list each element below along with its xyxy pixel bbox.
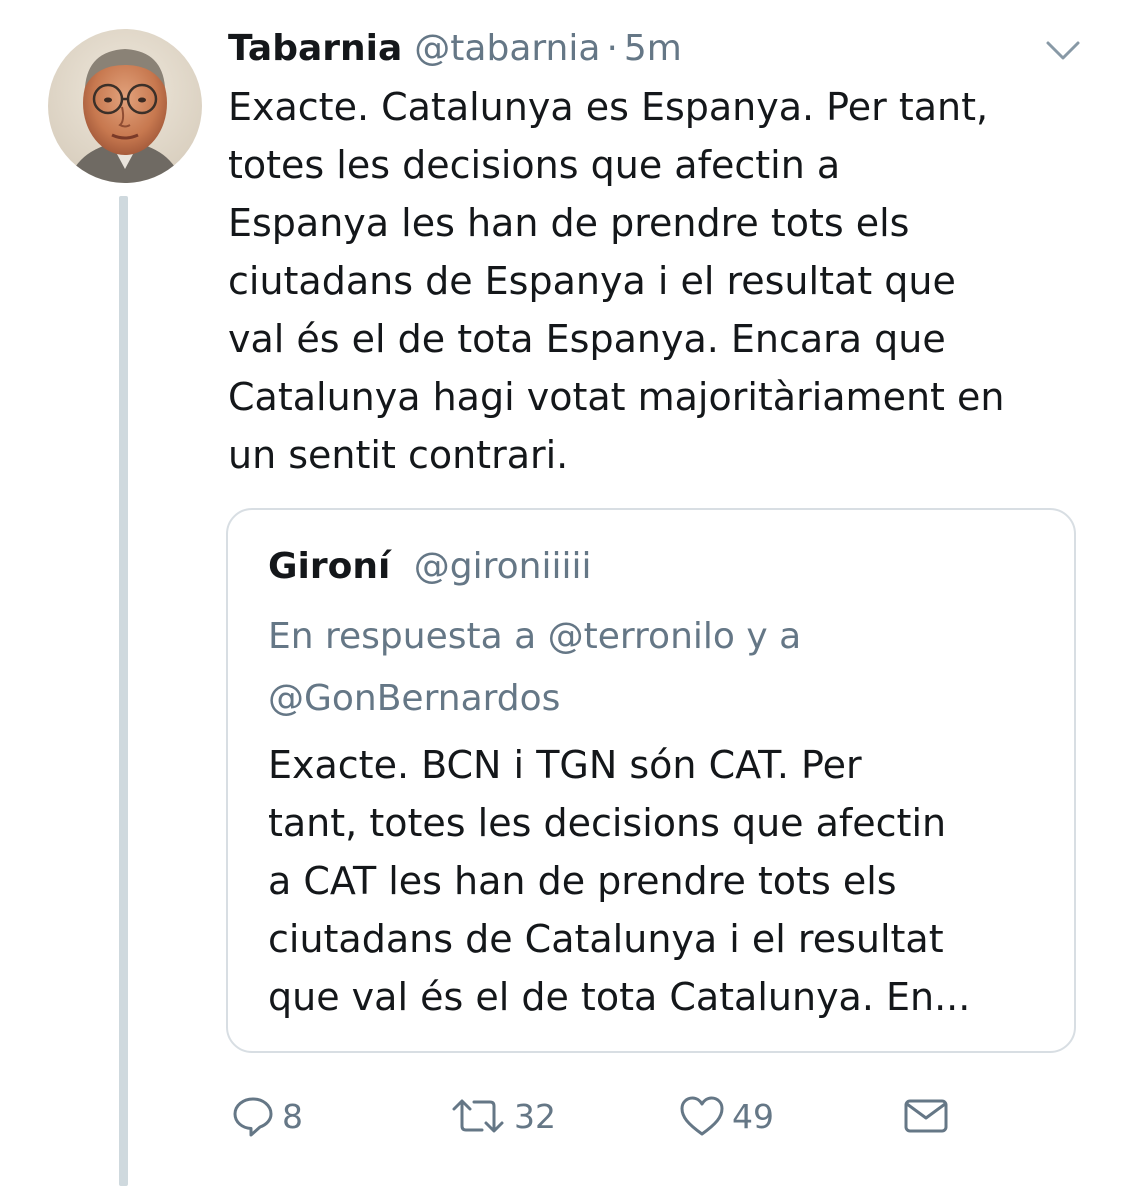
separator-dot: ·: [606, 27, 618, 69]
reply-button[interactable]: 8: [230, 1092, 303, 1140]
quoted-text-line: Exacte. BCN i TGN són CAT. Per: [268, 743, 862, 787]
tweet-text: Exacte. Catalunya es Espanya. Per tant, …: [228, 78, 1088, 484]
heart-icon: [680, 1096, 724, 1136]
quoted-tweet-text: Exacte. BCN i TGN són CAT. Per tant, tot…: [268, 736, 970, 1026]
tweet-text-line: totes les decisions que afectin a: [228, 143, 841, 187]
reply-context-line: @GonBernardos: [268, 678, 561, 719]
avatar[interactable]: [48, 29, 202, 183]
quoted-author-handle: @gironiiiii: [413, 546, 592, 587]
reply-context-line: En respuesta a @terronilo y a: [268, 616, 802, 657]
quoted-text-line: ciutadans de Catalunya i el resultat: [268, 917, 944, 961]
tweet-timestamp[interactable]: 5m: [624, 28, 682, 69]
like-count: 49: [732, 1096, 774, 1136]
like-button[interactable]: 49: [678, 1092, 774, 1140]
tweet-text-line: Catalunya hagi votat majoritàriament en: [228, 375, 1005, 419]
quoted-text-line: tant, totes les decisions que afectin: [268, 801, 947, 845]
avatar-portrait: [48, 29, 202, 183]
quoted-text-line: que val és el de tota Catalunya. En...: [268, 975, 971, 1019]
quoted-author-name: Gironí: [268, 546, 391, 587]
tweet-header: Tabarnia @tabarnia · 5m: [228, 24, 682, 72]
quoted-text-line: a CAT les han de prendre tots els: [268, 859, 897, 903]
tweet-text-line: un sentit contrari.: [228, 433, 569, 477]
retweet-count: 32: [514, 1096, 556, 1136]
quoted-tweet-header: Gironí @gironiiiii: [268, 546, 592, 587]
author-handle[interactable]: @tabarnia: [414, 28, 600, 69]
tweet-text-line: Espanya les han de prendre tots els: [228, 201, 910, 245]
author-name[interactable]: Tabarnia: [228, 28, 402, 69]
tweet-text-line: val és el de tota Espanya. Encara que: [228, 317, 946, 361]
thread-line: [119, 196, 128, 1186]
tweet-text-line: ciutadans de Espanya i el resultat que: [228, 259, 956, 303]
retweet-icon: [452, 1099, 504, 1133]
retweet-button[interactable]: 32: [448, 1092, 556, 1140]
direct-message-button[interactable]: [902, 1092, 950, 1140]
quoted-reply-context: En respuesta a @terronilo y a @GonBernar…: [268, 606, 801, 730]
reply-count: 8: [282, 1096, 303, 1136]
quoted-tweet-card[interactable]: Gironí @gironiiiii En respuesta a @terro…: [226, 508, 1076, 1053]
chevron-down-icon[interactable]: [1044, 38, 1082, 64]
reply-icon: [233, 1097, 273, 1137]
tweet-text-line: Exacte. Catalunya es Espanya. Per tant,: [228, 85, 989, 129]
envelope-icon: [904, 1099, 948, 1133]
action-bar: 8 32 49: [0, 1092, 1124, 1140]
